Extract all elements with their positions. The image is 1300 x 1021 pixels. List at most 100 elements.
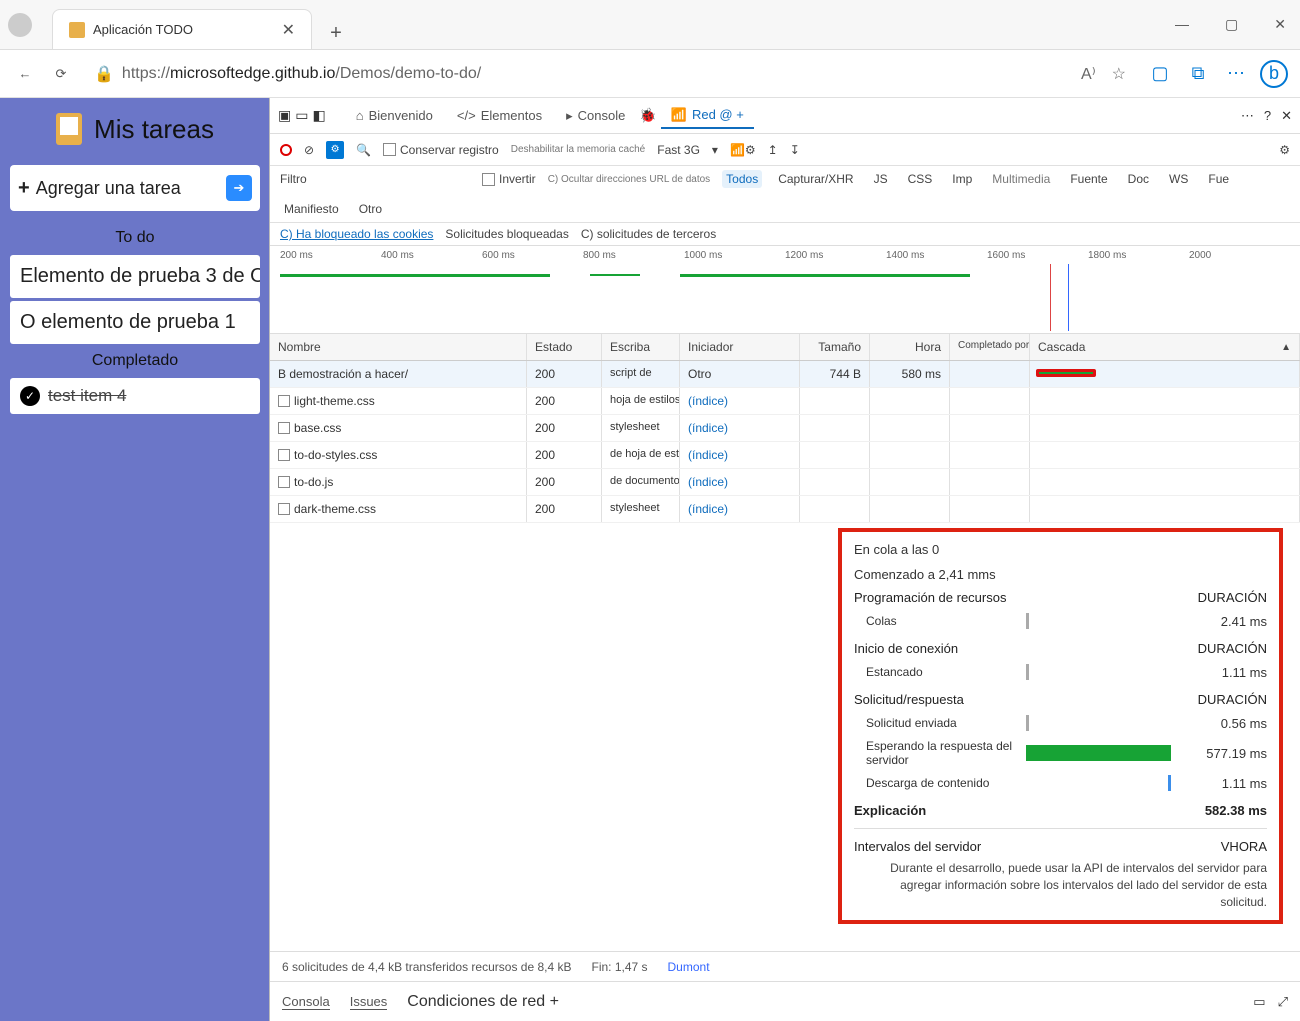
tab-welcome[interactable]: ⌂Bienvenido [346,104,443,127]
tab-console[interactable]: ▸Console [556,104,635,128]
network-conditions-icon[interactable]: 📶⚙ [730,143,756,157]
clear-icon[interactable]: ⊘ [304,143,314,157]
col-type[interactable]: Escriba [602,334,680,360]
blocked-requests-filter[interactable]: Solicitudes bloqueadas [445,227,568,241]
close-icon[interactable]: ✕ [282,20,295,40]
table-row[interactable]: base.css200stylesheet(índice) [270,415,1300,442]
console-icon: ▸ [566,108,573,124]
bing-chat-icon[interactable]: b [1260,60,1288,88]
filter-input[interactable]: Filtro [280,172,470,186]
third-party-filter[interactable]: C) solicitudes de terceros [581,227,716,241]
device-icon[interactable]: ▭ [295,107,308,124]
tick: 1200 ms [785,250,886,261]
col-size[interactable]: Tamaño [800,334,870,360]
filter-toggle-icon[interactable]: ⚙ [326,141,344,159]
split-screen-icon[interactable]: ▢ [1146,60,1174,88]
add-task-input[interactable]: + Agregar una tarea ➔ [10,165,260,211]
more-tabs-icon[interactable]: ⋯ [1241,108,1254,124]
filter-type-ws[interactable]: WS [1165,170,1192,188]
tick: 800 ms [583,250,684,261]
upload-har-icon[interactable]: ↥ [768,143,778,157]
read-aloud-icon[interactable]: A⁾ [1081,64,1096,84]
filter-type-wasm[interactable]: Fue [1204,170,1233,188]
drawer-expand-icon[interactable]: ⤢ [1278,994,1288,1010]
devtools-drawer: Consola Issues Condiciones de red + ▭ ⤢ [270,981,1300,1021]
maximize-button[interactable]: ▢ [1219,10,1244,39]
done-section-label: Completado [10,352,260,370]
tab-elements[interactable]: </>Elementos [447,104,552,127]
favorite-icon[interactable]: ☆ [1112,64,1126,84]
collections-icon[interactable]: ⧉ [1184,60,1212,88]
table-row[interactable]: B demostración a hacer/200script deOtro7… [270,361,1300,388]
record-button[interactable] [280,144,292,156]
drawer-issues-icon[interactable]: ▭ [1253,994,1265,1010]
drawer-tab-console[interactable]: Consola [282,994,330,1010]
back-button[interactable]: ← [12,61,38,87]
timing-tooltip: En cola a las 0 Comenzado a 2,41 mms Pro… [838,528,1283,924]
table-row[interactable]: light-theme.css200hoja de estilos(índice… [270,388,1300,415]
bug-icon[interactable]: 🐞 [639,107,656,124]
filter-type-css[interactable]: CSS [904,170,937,188]
dock-icon[interactable]: ◧ [312,107,325,124]
address-bar[interactable]: 🔒 https://microsoftedge.github.io/Demos/… [84,57,1136,91]
chevron-down-icon[interactable]: ▾ [712,143,718,157]
todo-item[interactable]: Elemento de prueba 3 de O [10,255,260,298]
drawer-tab-issues[interactable]: Issues [350,994,388,1010]
filter-type-all[interactable]: Todos [722,170,762,188]
filter-type-img[interactable]: Imp [948,170,976,188]
filter-type-xhr[interactable]: Capturar/XHR [774,170,857,188]
waterfall-bar[interactable] [1036,369,1096,377]
filter-type-other[interactable]: Otro [355,200,386,218]
settings-gear-icon[interactable]: ⚙ [1279,143,1290,157]
table-row[interactable]: to-do.js200de documento(índice) [270,469,1300,496]
section-reqres: Solicitud/respuesta [854,692,964,707]
todo-item[interactable]: O elemento de prueba 1 [10,301,260,344]
filter-type-js[interactable]: JS [870,170,892,188]
filter-bar: Filtro Invertir C) Ocultar direcciones U… [270,166,1300,223]
close-devtools-icon[interactable]: ✕ [1281,108,1292,124]
preserve-log-checkbox[interactable]: Conservar registro [383,143,499,157]
invert-checkbox[interactable]: Invertir [482,172,536,186]
url-host: microsoftedge.github.io [170,65,335,82]
download-har-icon[interactable]: ↧ [790,143,800,157]
profile-avatar[interactable] [8,13,32,37]
table-row[interactable]: dark-theme.css200stylesheet(índice) [270,496,1300,523]
todo-section-label: To do [10,229,260,247]
refresh-button[interactable]: ⟳ [48,61,74,87]
filter-type-doc[interactable]: Doc [1124,170,1153,188]
col-initiator[interactable]: Iniciador [680,334,800,360]
col-name[interactable]: Nombre [270,334,527,360]
disable-cache-label[interactable]: Deshabilitar la memoria caché [511,144,646,155]
minimize-button[interactable]: — [1169,10,1195,39]
col-completed[interactable]: Completado por [950,334,1030,360]
new-tab-button[interactable]: + [320,17,352,49]
done-item[interactable]: ✓ test item 4 [10,378,260,414]
col-time[interactable]: Hora [870,334,950,360]
queueing-label: Colas [866,614,1016,628]
blocked-cookies-filter[interactable]: C) Ha bloqueado las cookies [280,227,433,241]
throttling-select[interactable]: Fast 3G [657,143,700,157]
table-row[interactable]: to-do-styles.css200de hoja de estilo(índ… [270,442,1300,469]
filter-type-manifest[interactable]: Manifiesto [280,200,343,218]
filter-type-media[interactable]: Multimedia [988,170,1054,188]
started-at: Comenzado a 2,41 mms [854,567,1267,582]
filter-type-font[interactable]: Fuente [1066,170,1111,188]
tab-network[interactable]: 📶Red @ + [661,103,754,129]
browser-tab[interactable]: Aplicación TODO ✕ [52,9,312,49]
more-icon[interactable]: ⋯ [1222,60,1250,88]
hide-data-urls[interactable]: C) Ocultar direcciones URL de datos [548,174,710,185]
inspect-icon[interactable]: ▣ [278,107,291,124]
domcontent-time: Dumont [668,960,710,974]
submit-task-button[interactable]: ➔ [226,175,252,201]
col-waterfall[interactable]: Cascada▲ [1030,334,1300,360]
drawer-tab-network-conditions[interactable]: Condiciones de red + [407,993,559,1011]
help-icon[interactable]: ? [1264,108,1271,123]
overview-timeline[interactable]: 200 ms 400 ms 600 ms 800 ms 1000 ms 1200… [270,246,1300,334]
search-icon[interactable]: 🔍 [356,143,371,157]
col-status[interactable]: Estado [527,334,602,360]
queueing-value: 2.41 ms [1221,614,1267,629]
tick: 400 ms [381,250,482,261]
window-close-button[interactable]: ✕ [1268,10,1292,39]
network-toolbar: ⊘ ⚙ 🔍 Conservar registro Deshabilitar la… [270,134,1300,166]
code-icon: </> [457,108,476,123]
